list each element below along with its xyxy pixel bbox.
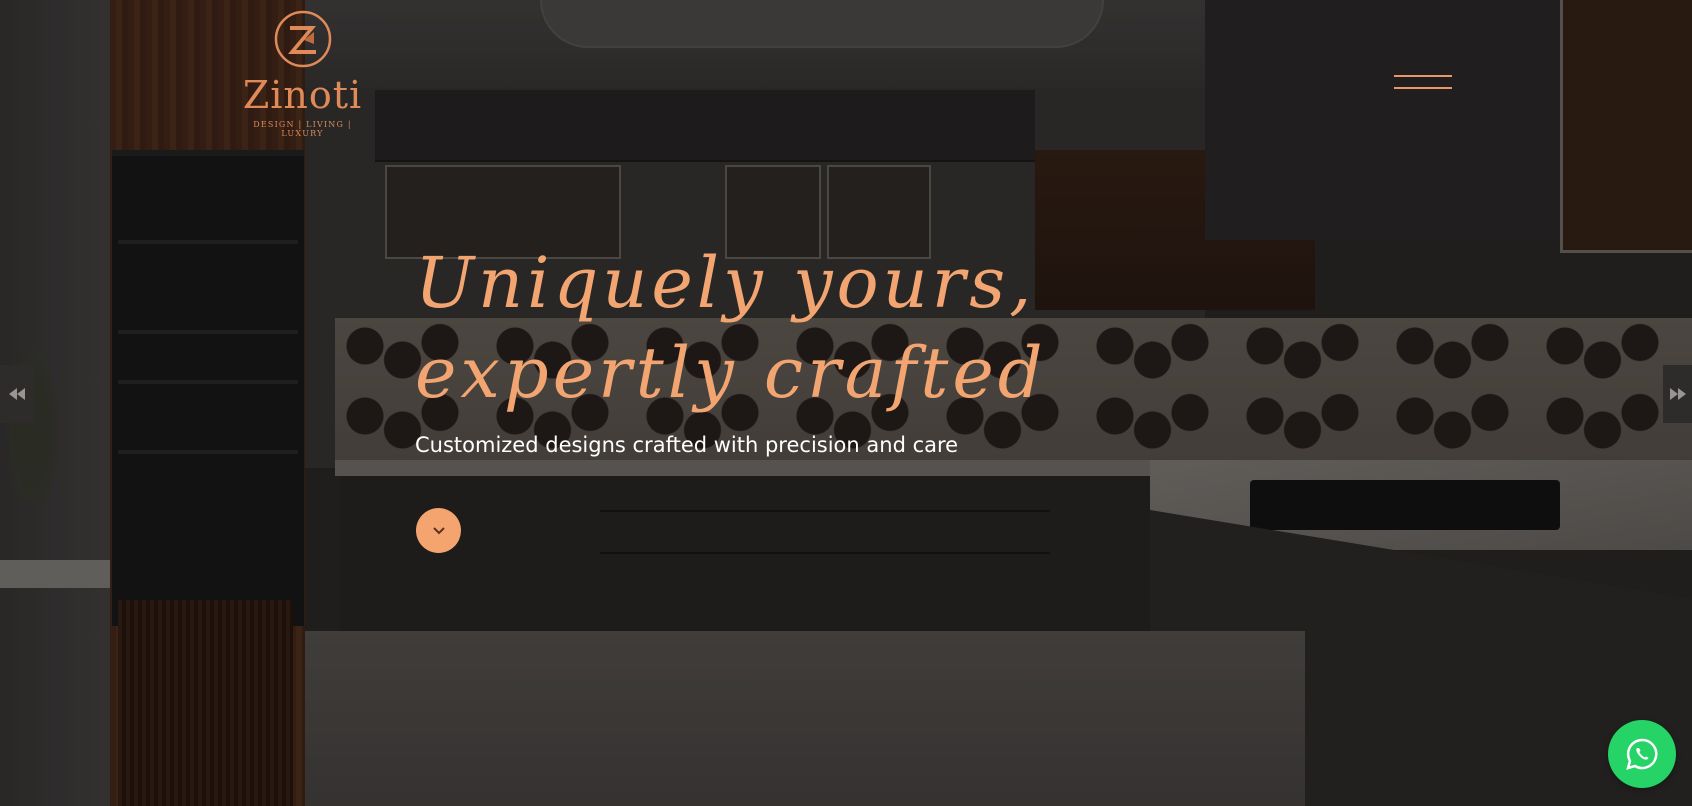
whatsapp-icon <box>1626 738 1658 770</box>
brand-name: Zinoti <box>242 73 363 117</box>
brand-logo[interactable]: Zinoti DESIGN | LIVING | LUXURY <box>235 10 370 138</box>
hero-subheadline: Customized designs crafted with precisio… <box>415 433 959 457</box>
double-chevron-right-icon <box>1669 388 1686 400</box>
slider-prev-button[interactable] <box>0 365 34 423</box>
slider-next-button[interactable] <box>1663 365 1692 423</box>
double-chevron-left-icon <box>9 388 25 400</box>
brand-tagline: DESIGN | LIVING | LUXURY <box>253 120 352 138</box>
hamburger-menu-icon[interactable] <box>1394 70 1452 92</box>
whatsapp-chat-button[interactable] <box>1608 720 1676 788</box>
hero-headline: Uniquely yours, expertly crafted <box>415 242 1047 414</box>
scroll-down-button[interactable] <box>416 508 461 553</box>
z-monogram-icon <box>274 10 332 68</box>
chevron-down-icon <box>432 526 445 534</box>
